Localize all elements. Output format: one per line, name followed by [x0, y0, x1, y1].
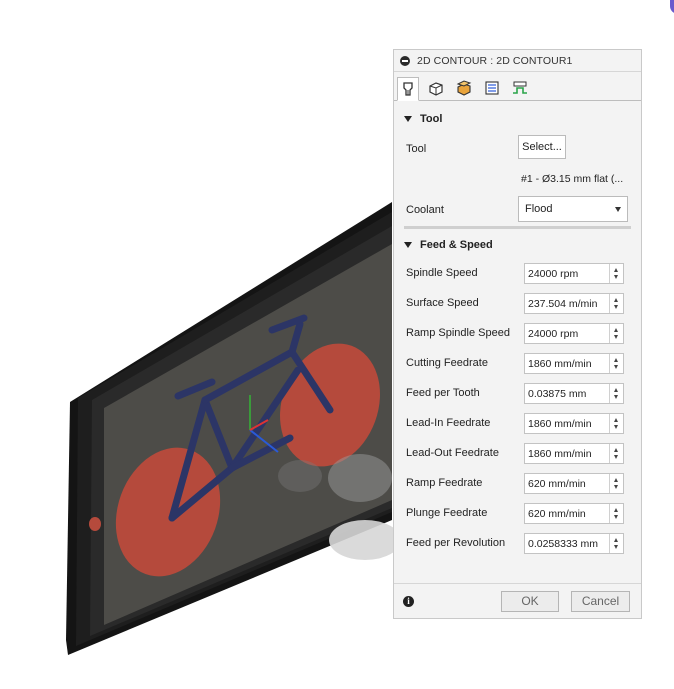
dialog-title: 2D CONTOUR : 2D CONTOUR1 — [417, 54, 573, 67]
coolant-row: Coolant Flood — [394, 194, 641, 224]
field-value: 1860 mm/min — [528, 448, 592, 460]
field-row-ramp-feedrate: Ramp Feedrate 620 mm/min — [394, 471, 641, 501]
tool-row: Tool Select... — [394, 134, 641, 164]
tab-passes[interactable] — [481, 77, 503, 99]
heights-icon — [456, 80, 472, 96]
passes-icon — [485, 81, 499, 95]
field-row-feed-per-tooth: Feed per Tooth 0.03875 mm — [394, 381, 641, 411]
feed-speed-fields: Spindle Speed 24000 rpm Surface Speed 23… — [394, 261, 641, 561]
field-value: 620 mm/min — [528, 478, 586, 490]
field-row-plunge-feedrate: Plunge Feedrate 620 mm/min — [394, 501, 641, 531]
field-value: 0.03875 mm — [528, 388, 587, 400]
feed-section-title: Feed & Speed — [420, 239, 493, 251]
field-value: 1860 mm/min — [528, 418, 592, 430]
contour-dialog: 2D CONTOUR : 2D CONTOUR1 Tool Tool Selec… — [393, 49, 642, 619]
field-value: 1860 mm/min — [528, 358, 592, 370]
feed-per-revolution-input[interactable]: 0.0258333 mm — [524, 533, 624, 554]
ramp-spindle-speed-input[interactable]: 24000 rpm — [524, 323, 624, 344]
spinner-buttons[interactable] — [609, 444, 623, 463]
spinner-buttons[interactable] — [609, 354, 623, 373]
field-label: Cutting Feedrate — [406, 357, 488, 369]
spinner-buttons[interactable] — [609, 504, 623, 523]
spinner-buttons[interactable] — [609, 474, 623, 493]
tool-select-button[interactable]: Select... — [518, 135, 566, 159]
tab-tool[interactable] — [397, 77, 419, 101]
spinner-buttons[interactable] — [609, 324, 623, 343]
field-label: Ramp Spindle Speed — [406, 327, 510, 339]
field-label: Plunge Feedrate — [406, 507, 488, 519]
lead-out-feedrate-input[interactable]: 1860 mm/min — [524, 443, 624, 464]
tool-description: #1 - Ø3.15 mm flat (... — [521, 173, 624, 185]
coolant-label: Coolant — [406, 204, 444, 216]
tab-heights[interactable] — [453, 77, 475, 99]
tool-info-row: #1 - Ø3.15 mm flat (... — [394, 164, 641, 194]
field-label: Spindle Speed — [406, 267, 478, 279]
linking-icon — [513, 81, 527, 94]
field-label: Feed per Tooth — [406, 387, 480, 399]
field-row-lead-out-feedrate: Lead-Out Feedrate 1860 mm/min — [394, 441, 641, 471]
field-row-ramp-spindle-speed: Ramp Spindle Speed 24000 rpm — [394, 321, 641, 351]
info-icon[interactable]: i — [403, 596, 414, 607]
field-label: Lead-Out Feedrate — [406, 447, 499, 459]
field-value: 620 mm/min — [528, 508, 586, 520]
field-label: Feed per Revolution — [406, 537, 506, 549]
spinner-buttons[interactable] — [609, 294, 623, 313]
ramp-feedrate-input[interactable]: 620 mm/min — [524, 473, 624, 494]
field-value: 237.504 m/min — [528, 298, 598, 310]
tab-linking[interactable] — [509, 77, 531, 99]
spinner-buttons[interactable] — [609, 414, 623, 433]
field-value: 24000 rpm — [528, 268, 579, 280]
field-row-surface-speed: Surface Speed 237.504 m/min — [394, 291, 641, 321]
geometry-icon — [429, 82, 443, 96]
field-row-cutting-feedrate: Cutting Feedrate 1860 mm/min — [394, 351, 641, 381]
dialog-tabs — [394, 72, 641, 101]
field-label: Surface Speed — [406, 297, 479, 309]
collapse-icon[interactable] — [400, 55, 410, 66]
field-row-feed-per-revolution: Feed per Revolution 0.0258333 mm — [394, 531, 641, 561]
spinner-buttons[interactable] — [609, 264, 623, 283]
lead-in-feedrate-input[interactable]: 1860 mm/min — [524, 413, 624, 434]
spinner-buttons[interactable] — [609, 534, 623, 553]
mount-hole — [89, 517, 101, 531]
coolant-value: Flood — [525, 203, 553, 215]
dialog-footer: i OK Cancel — [394, 583, 641, 618]
feed-section-header[interactable]: Feed & Speed — [394, 235, 641, 255]
coolant-select[interactable]: Flood — [518, 196, 628, 222]
chevron-down-icon — [615, 207, 621, 212]
feed-per-tooth-input[interactable]: 0.03875 mm — [524, 383, 624, 404]
collapse-triangle-icon — [404, 116, 412, 122]
ok-button[interactable]: OK — [501, 591, 559, 612]
sign-plate-model — [66, 202, 401, 655]
field-label: Lead-In Feedrate — [406, 417, 491, 429]
surface-speed-input[interactable]: 237.504 m/min — [524, 293, 624, 314]
dialog-titlebar[interactable]: 2D CONTOUR : 2D CONTOUR1 — [394, 50, 641, 72]
field-value: 24000 rpm — [528, 328, 579, 340]
tool-section-header[interactable]: Tool — [394, 109, 641, 129]
tool-icon — [403, 82, 413, 96]
plunge-feedrate-input[interactable]: 620 mm/min — [524, 503, 624, 524]
tool-label: Tool — [406, 143, 427, 155]
field-value: 0.0258333 mm — [528, 538, 599, 550]
collapse-triangle-icon — [404, 242, 412, 248]
cutting-feedrate-input[interactable]: 1860 mm/min — [524, 353, 624, 374]
field-row-spindle-speed: Spindle Speed 24000 rpm — [394, 261, 641, 291]
tool-section-title: Tool — [420, 113, 443, 125]
spindle-speed-input[interactable]: 24000 rpm — [524, 263, 624, 284]
spinner-buttons[interactable] — [609, 384, 623, 403]
cancel-button[interactable]: Cancel — [571, 591, 630, 612]
field-row-lead-in-feedrate: Lead-In Feedrate 1860 mm/min — [394, 411, 641, 441]
tab-geometry[interactable] — [425, 77, 447, 99]
field-label: Ramp Feedrate — [406, 477, 483, 489]
